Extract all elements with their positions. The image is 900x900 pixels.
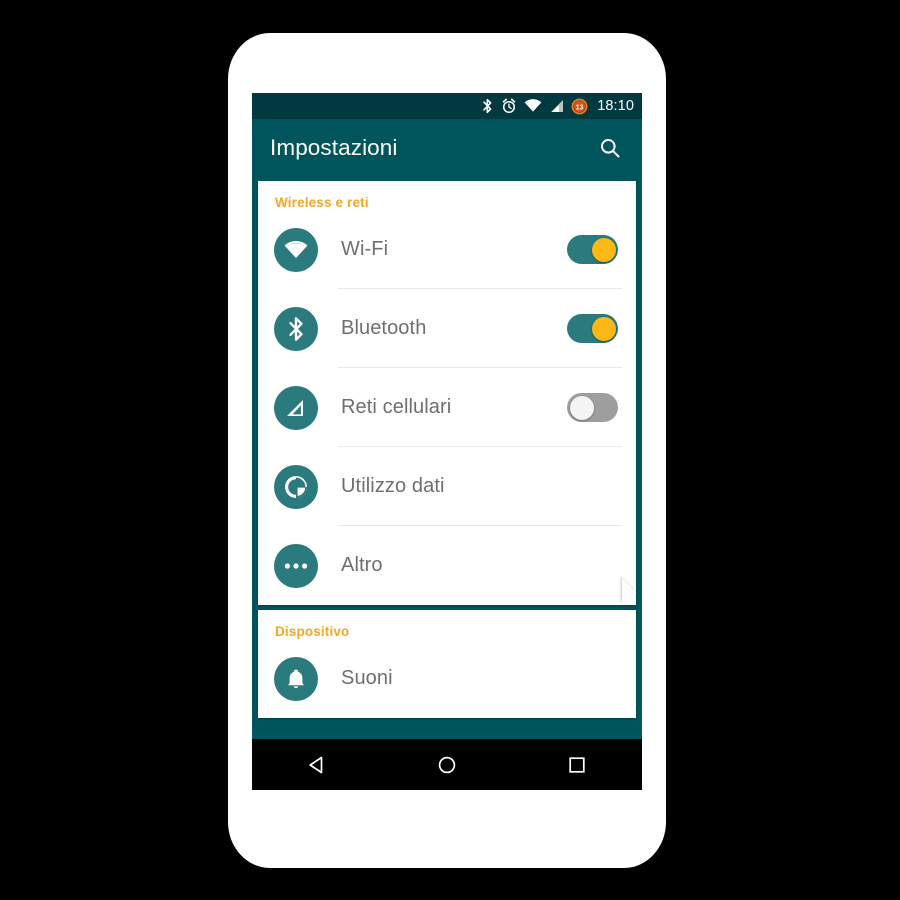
more-horizontal-icon <box>274 543 318 588</box>
list-item-sounds[interactable]: Suoni <box>258 639 636 718</box>
bluetooth-toggle[interactable] <box>567 314 618 343</box>
list-item-bluetooth[interactable]: Bluetooth <box>258 289 636 368</box>
status-clock: 18:10 <box>597 98 634 114</box>
list-item-label: Utilizzo dati <box>341 475 445 497</box>
home-button[interactable] <box>419 745 475 785</box>
back-button[interactable] <box>289 745 345 785</box>
cellular-signal-icon <box>549 99 564 113</box>
alarm-clock-icon <box>501 98 517 114</box>
battery-icon: 13 <box>571 98 588 115</box>
square-icon <box>569 756 585 773</box>
list-item-label: Altro <box>341 554 383 576</box>
list-item-data-usage[interactable]: Utilizzo dati <box>258 447 636 526</box>
toggle-knob <box>569 395 594 420</box>
page-fold-indicator <box>622 578 635 604</box>
wifi-toggle[interactable] <box>567 235 618 264</box>
list-item-label: Wi-Fi <box>341 238 389 260</box>
toggle-knob <box>591 237 616 262</box>
settings-list[interactable]: Wireless e reti Wi-Fi Bluetooth Reti cel… <box>252 176 642 732</box>
bluetooth-icon <box>274 306 318 351</box>
navigation-bar <box>252 739 642 790</box>
list-item-more[interactable]: Altro <box>258 526 636 605</box>
data-usage-icon <box>274 464 318 509</box>
search-icon[interactable] <box>595 133 625 163</box>
wifi-icon <box>274 227 318 272</box>
bell-icon <box>274 656 318 701</box>
list-item-cellular-networks[interactable]: Reti cellulari <box>258 368 636 447</box>
wifi-icon <box>524 99 542 113</box>
list-item-label: Reti cellulari <box>341 396 452 418</box>
recents-button[interactable] <box>549 745 605 785</box>
section-header-device: Dispositivo <box>275 624 350 639</box>
triangle-left-icon <box>309 756 323 773</box>
toggle-knob <box>591 316 616 341</box>
settings-card-device: Dispositivo Suoni <box>258 610 636 718</box>
settings-card-wireless: Wireless e reti Wi-Fi Bluetooth Reti cel… <box>258 181 636 605</box>
list-item-wifi[interactable]: Wi-Fi <box>258 210 636 289</box>
section-header-wireless: Wireless e reti <box>275 195 369 210</box>
battery-level-text: 13 <box>576 104 584 111</box>
app-bar: Impostazioni <box>252 119 642 176</box>
bluetooth-icon <box>481 98 494 114</box>
cellular-networks-toggle[interactable] <box>567 393 618 422</box>
circle-icon <box>438 756 456 773</box>
cellular-signal-icon <box>274 385 318 430</box>
list-item-label: Suoni <box>341 667 393 689</box>
page-title: Impostazioni <box>270 134 398 160</box>
list-item-label: Bluetooth <box>341 317 427 339</box>
phone-screen: 13 18:10 Impostazioni Wireless e reti Wi… <box>252 93 642 790</box>
status-bar: 13 18:10 <box>252 93 642 119</box>
